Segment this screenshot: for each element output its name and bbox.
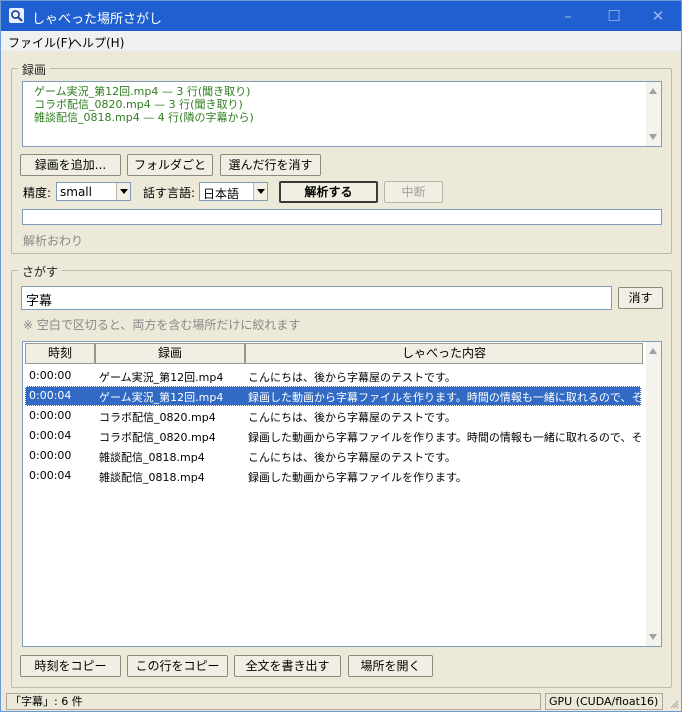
cell-recording: ゲーム実況_第12回.mp4 bbox=[99, 371, 224, 384]
precision-label: 精度: bbox=[23, 186, 52, 200]
chevron-down-icon[interactable] bbox=[116, 183, 130, 200]
column-header-time[interactable]: 時刻 bbox=[25, 343, 95, 364]
table-row[interactable]: 0:00:04 雑談配信_0818.mp4 録画した動画から字幕ファイルを作りま… bbox=[25, 466, 641, 486]
recordings-group-title: 録画 bbox=[18, 61, 51, 78]
clear-search-button[interactable]: 消す bbox=[618, 287, 663, 309]
menu-bar: ファイル(F) ヘルプ(H) bbox=[1, 31, 681, 51]
cell-time: 0:00:04 bbox=[29, 469, 72, 482]
column-header-speech[interactable]: しゃべった内容 bbox=[245, 343, 643, 364]
cell-recording: 雑談配信_0818.mp4 bbox=[99, 471, 205, 484]
language-select[interactable]: 日本語 bbox=[199, 182, 268, 201]
log-line: 雑談配信_0818.mp4 — 4 行(隣の字幕から) bbox=[34, 111, 254, 124]
chevron-down-icon[interactable] bbox=[253, 183, 267, 200]
language-value: 日本語 bbox=[203, 187, 240, 201]
cell-speech: こんにちは、後から字幕屋のテストです。 bbox=[248, 451, 456, 464]
title-bar: しゃべった場所さがし – ☐ ✕ bbox=[1, 1, 681, 31]
analysis-status: 解析おわり bbox=[23, 234, 84, 248]
precision-select[interactable]: small bbox=[56, 182, 131, 201]
table-row[interactable]: 0:00:04 ゲーム実況_第12回.mp4 録画した動画から字幕ファイルを作り… bbox=[25, 386, 641, 406]
results-table[interactable]: 時刻 録画 しゃべった内容 0:00:00 ゲーム実況_第12回.mp4 こんに… bbox=[22, 341, 662, 647]
add-folder-button[interactable]: フォルダごと bbox=[127, 154, 213, 176]
copy-time-button[interactable]: 時刻をコピー bbox=[20, 655, 121, 677]
analyze-button[interactable]: 解析する bbox=[279, 181, 378, 203]
cell-time: 0:00:04 bbox=[29, 429, 72, 442]
status-bar: 「字幕」: 6 件 GPU (CUDA/float16) bbox=[1, 691, 681, 711]
cell-speech: こんにちは、後から字幕屋のテストです。 bbox=[248, 411, 456, 424]
scroll-down-icon[interactable] bbox=[649, 634, 657, 640]
status-device: GPU (CUDA/float16) bbox=[545, 693, 663, 710]
cell-recording: コラボ配信_0820.mp4 bbox=[99, 431, 216, 444]
cell-speech: 録画した動画から字幕ファイルを作ります。 bbox=[248, 471, 467, 484]
window-title: しゃべった場所さがし bbox=[32, 12, 163, 27]
menu-help[interactable]: ヘルプ(H) bbox=[70, 34, 124, 51]
cell-speech: 録画した動画から字幕ファイルを作ります。時間の情報も一緒に取れるので、そのまま bbox=[248, 431, 641, 444]
scroll-up-icon[interactable] bbox=[649, 348, 657, 354]
table-row[interactable]: 0:00:00 コラボ配信_0820.mp4 こんにちは、後から字幕屋のテストで… bbox=[25, 406, 641, 426]
language-label: 話す言語: bbox=[143, 186, 196, 200]
menu-file[interactable]: ファイル(F) bbox=[8, 34, 72, 51]
search-group-title: さがす bbox=[18, 263, 63, 280]
search-input[interactable]: 字幕 bbox=[21, 286, 612, 310]
add-recording-button[interactable]: 録画を追加... bbox=[20, 154, 121, 176]
resize-grip-icon[interactable] bbox=[669, 699, 679, 709]
recordings-log[interactable]: ゲーム実況_第12回.mp4 — 3 行(聞き取り) コラボ配信_0820.mp… bbox=[22, 81, 662, 147]
precision-value: small bbox=[60, 185, 92, 199]
table-row[interactable]: 0:00:00 雑談配信_0818.mp4 こんにちは、後から字幕屋のテストです… bbox=[25, 446, 641, 466]
search-query: 字幕 bbox=[26, 294, 53, 309]
cell-recording: コラボ配信_0820.mp4 bbox=[99, 411, 216, 424]
scroll-down-icon[interactable] bbox=[649, 134, 657, 140]
cell-time: 0:00:04 bbox=[29, 389, 72, 402]
cell-time: 0:00:00 bbox=[29, 409, 72, 422]
status-result-count: 「字幕」: 6 件 bbox=[6, 693, 541, 710]
magnifier-app-icon bbox=[9, 8, 24, 23]
stop-button[interactable]: 中断 bbox=[384, 181, 443, 203]
table-row[interactable]: 0:00:04 コラボ配信_0820.mp4 録画した動画から字幕ファイルを作り… bbox=[25, 426, 641, 446]
results-scrollbar[interactable] bbox=[646, 342, 661, 646]
cell-recording: ゲーム実況_第12回.mp4 bbox=[99, 391, 224, 404]
minimize-icon[interactable]: – bbox=[545, 1, 591, 31]
cell-recording: 雑談配信_0818.mp4 bbox=[99, 451, 205, 464]
analysis-progress-bar bbox=[22, 209, 662, 225]
cell-time: 0:00:00 bbox=[29, 369, 72, 382]
open-location-button[interactable]: 場所を開く bbox=[348, 655, 433, 677]
search-hint: ※ 空白で区切ると、両方を含む場所だけに絞れます bbox=[23, 318, 301, 332]
export-all-button[interactable]: 全文を書き出す bbox=[234, 655, 341, 677]
remove-selected-button[interactable]: 選んだ行を消す bbox=[220, 154, 321, 176]
column-header-recording[interactable]: 録画 bbox=[95, 343, 245, 364]
cell-speech: 録画した動画から字幕ファイルを作ります。時間の情報も一緒に取れるので、そのまま bbox=[248, 391, 641, 404]
cell-time: 0:00:00 bbox=[29, 449, 72, 462]
table-row[interactable]: 0:00:00 ゲーム実況_第12回.mp4 こんにちは、後から字幕屋のテストで… bbox=[25, 366, 641, 386]
scroll-up-icon[interactable] bbox=[649, 88, 657, 94]
app-window: しゃべった場所さがし – ☐ ✕ ファイル(F) ヘルプ(H) 録画 ゲーム実況… bbox=[0, 0, 682, 712]
table-header: 時刻 録画 しゃべった内容 bbox=[23, 342, 643, 364]
maximize-icon[interactable]: ☐ bbox=[591, 1, 637, 31]
close-icon[interactable]: ✕ bbox=[635, 1, 681, 31]
cell-speech: こんにちは、後から字幕屋のテストです。 bbox=[248, 371, 456, 384]
copy-row-button[interactable]: この行をコピー bbox=[127, 655, 228, 677]
log-scrollbar[interactable] bbox=[646, 82, 661, 146]
